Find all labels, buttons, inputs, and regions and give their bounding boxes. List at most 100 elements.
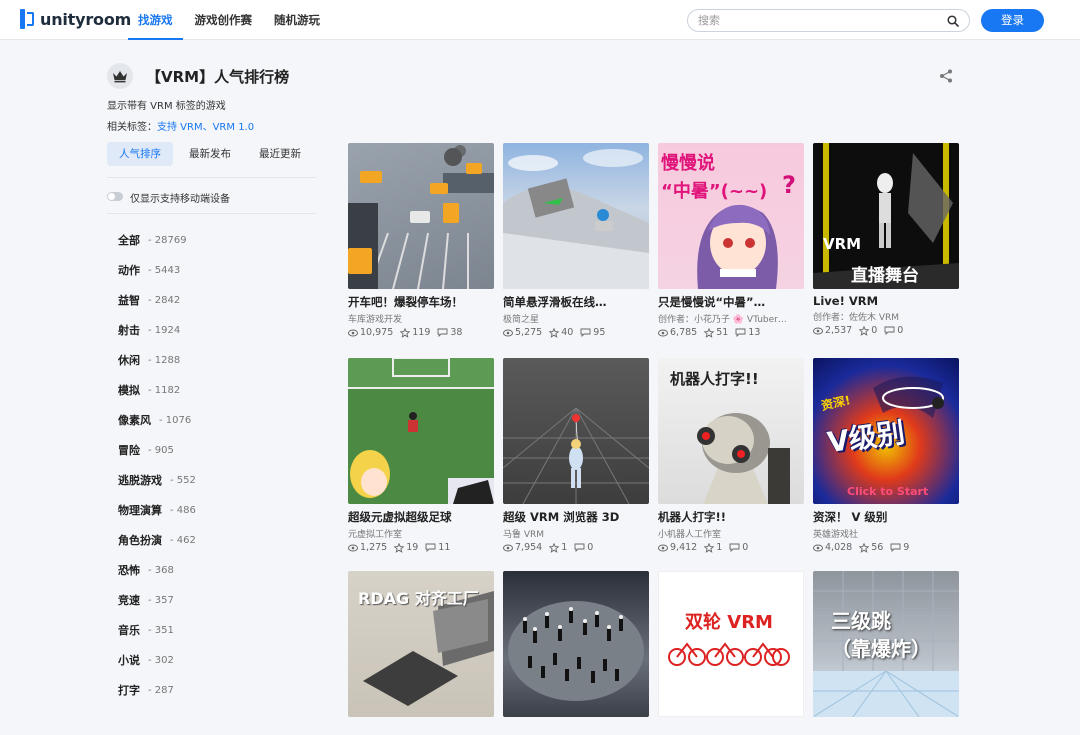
category-item[interactable]: 恐怖 - 368	[118, 555, 196, 585]
game-thumbnail[interactable]: 资深! V级别 Click to Start	[813, 358, 959, 504]
game-card[interactable]: 超级元虚拟超级足球 元虚拟工作室 1,275 19 11	[348, 358, 494, 553]
game-title[interactable]: 只是慢慢说“中暑”…	[658, 294, 804, 310]
share-icon[interactable]	[939, 69, 953, 83]
category-item[interactable]: 冒险 - 905	[118, 435, 196, 465]
game-card[interactable]: 超级 VRM 浏览器 3D 马鲁 VRM 7,954 1 0	[503, 358, 649, 553]
game-card[interactable]: VRM 直播舞台 Live! VRM 创作者：佐佐木 VRM 2,537 0 0	[813, 143, 959, 336]
game-thumbnail[interactable]: VRM 直播舞台	[813, 143, 959, 289]
game-author[interactable]: 小机器人工作室	[658, 527, 804, 540]
category-list: 全部 - 28769 动作 - 5443 益智 - 2842 射击 - 1924 休闲 -…	[118, 225, 196, 705]
game-card[interactable]: 双轮 VRM	[658, 571, 804, 717]
game-card[interactable]: RDAG 对齐工厂	[348, 571, 494, 717]
game-thumbnail[interactable]	[348, 143, 494, 289]
eye-icon	[348, 544, 358, 551]
nav-find-games[interactable]: 找游戏	[128, 0, 183, 40]
comment-count: 11	[438, 542, 451, 553]
main-nav: 找游戏 游戏创作赛 随机游玩	[128, 0, 332, 40]
game-thumbnail[interactable]	[503, 571, 649, 717]
star-count: 56	[871, 542, 884, 553]
game-card[interactable]: 三级跳 （靠爆炸）	[813, 571, 959, 717]
game-stats: 7,954 1 0	[503, 542, 649, 553]
tab-newest[interactable]: 最新发布	[177, 142, 243, 166]
crown-icon	[107, 63, 133, 89]
game-author[interactable]: 元虚拟工作室	[348, 527, 494, 540]
game-thumbnail[interactable]	[348, 358, 494, 504]
related-tag-links[interactable]: 支持 VRM、VRM 1.0	[157, 122, 254, 133]
game-thumbnail[interactable]: 三级跳 （靠爆炸）	[813, 571, 959, 717]
game-title[interactable]: Live! VRM	[813, 294, 959, 308]
game-author[interactable]: 极简之星	[503, 312, 649, 325]
game-card[interactable]: 慢慢说 “中暑”(~~) ? 只是慢慢说“中暑”… 创作者：小花乃子 🌸 VTu…	[658, 143, 804, 338]
nav-random-play[interactable]: 随机游玩	[264, 0, 330, 40]
category-count: 1182	[154, 384, 181, 396]
game-author[interactable]: 创作者：小花乃子 🌸 VTuber…	[658, 312, 804, 325]
site-logo[interactable]: unityroom	[20, 9, 131, 29]
tab-recently-updated[interactable]: 最近更新	[247, 142, 313, 166]
game-thumbnail[interactable]: 机器人打字!!	[658, 358, 804, 504]
game-title[interactable]: 超级 VRM 浏览器 3D	[503, 509, 649, 525]
thumb-text: （靠爆炸）	[831, 637, 931, 661]
game-title[interactable]: 资深！ V 级别	[813, 509, 959, 525]
category-count: 462	[176, 534, 196, 546]
game-title[interactable]: 简单悬浮滑板在线…	[503, 294, 649, 310]
game-author[interactable]: 马鲁 VRM	[503, 527, 649, 540]
star-icon	[394, 542, 405, 553]
category-count: 302	[154, 654, 174, 666]
category-item[interactable]: 像素风 - 1076	[118, 405, 196, 435]
category-name: 射击	[118, 324, 140, 337]
eye-icon	[658, 544, 668, 551]
category-item[interactable]: 角色扮演 - 462	[118, 525, 196, 555]
game-thumbnail[interactable]: RDAG 对齐工厂	[348, 571, 494, 717]
category-item[interactable]: 竞速 - 357	[118, 585, 196, 615]
category-item[interactable]: 小说 - 302	[118, 645, 196, 675]
game-thumbnail[interactable]	[503, 358, 649, 504]
comment-icon	[735, 328, 746, 337]
game-author[interactable]: 创作者：佐佐木 VRM	[813, 310, 959, 323]
game-title[interactable]: 开车吧！爆裂停车场！	[348, 294, 494, 310]
game-thumbnail[interactable]: 慢慢说 “中暑”(~~) ?	[658, 143, 804, 289]
category-item[interactable]: 全部 - 28769	[118, 225, 196, 255]
login-button[interactable]: 登录	[981, 9, 1044, 32]
category-name: 逃脱游戏	[118, 474, 162, 487]
category-item[interactable]: 动作 - 5443	[118, 255, 196, 285]
category-item[interactable]: 物理演算 - 486	[118, 495, 196, 525]
category-count: 357	[154, 594, 174, 606]
search-icon[interactable]	[947, 15, 959, 27]
category-name: 打字	[118, 684, 140, 697]
game-card[interactable]: 简单悬浮滑板在线… 极简之星 5,275 40 95	[503, 143, 649, 338]
tab-popular[interactable]: 人气排序	[107, 142, 173, 166]
game-card[interactable]	[503, 571, 649, 717]
game-card[interactable]: 开车吧！爆裂停车场！ 车库游戏开发 10,975 119 38	[348, 143, 494, 338]
nav-game-jam[interactable]: 游戏创作赛	[185, 0, 263, 40]
thumb-text: 三级跳	[831, 609, 891, 633]
related-tags: 相关标签：支持 VRM、VRM 1.0	[107, 118, 254, 133]
search-input[interactable]	[698, 12, 938, 29]
game-title[interactable]: 机器人打字!!	[658, 509, 804, 525]
comment-count: 13	[748, 327, 761, 338]
thumb-text: ?	[782, 171, 796, 199]
category-item[interactable]: 模拟 - 1182	[118, 375, 196, 405]
view-count: 6,785	[670, 327, 698, 338]
game-stats: 4,028 56 9	[813, 542, 959, 553]
game-author[interactable]: 英雄游戏社	[813, 527, 959, 540]
comment-icon	[890, 543, 901, 552]
game-card[interactable]: 资深! V级别 Click to Start 资深！ V 级别 英雄游戏社 4,…	[813, 358, 959, 553]
category-name: 休闲	[118, 354, 140, 367]
game-author[interactable]: 车库游戏开发	[348, 312, 494, 325]
game-thumbnail[interactable]	[503, 143, 649, 289]
category-item[interactable]: 益智 - 2842	[118, 285, 196, 315]
top-header: unityroom 找游戏 游戏创作赛 随机游玩 登录	[0, 0, 1080, 40]
comment-count: 0	[742, 542, 749, 553]
category-item[interactable]: 音乐 - 351	[118, 615, 196, 645]
category-item[interactable]: 逃脱游戏 - 552	[118, 465, 196, 495]
thumb-text: Click to Start	[847, 485, 929, 498]
mobile-only-toggle[interactable]	[107, 192, 123, 201]
category-item[interactable]: 打字 - 287	[118, 675, 196, 705]
category-count: 1288	[154, 354, 181, 366]
category-item[interactable]: 休闲 - 1288	[118, 345, 196, 375]
thumb-text: RDAG 对齐工厂	[358, 589, 479, 608]
game-thumbnail[interactable]: 双轮 VRM	[658, 571, 804, 717]
category-item[interactable]: 射击 - 1924	[118, 315, 196, 345]
game-title[interactable]: 超级元虚拟超级足球	[348, 509, 494, 525]
game-card[interactable]: 机器人打字!! 机器人打字!! 小机器人工作室 9,412 1 0	[658, 358, 804, 553]
